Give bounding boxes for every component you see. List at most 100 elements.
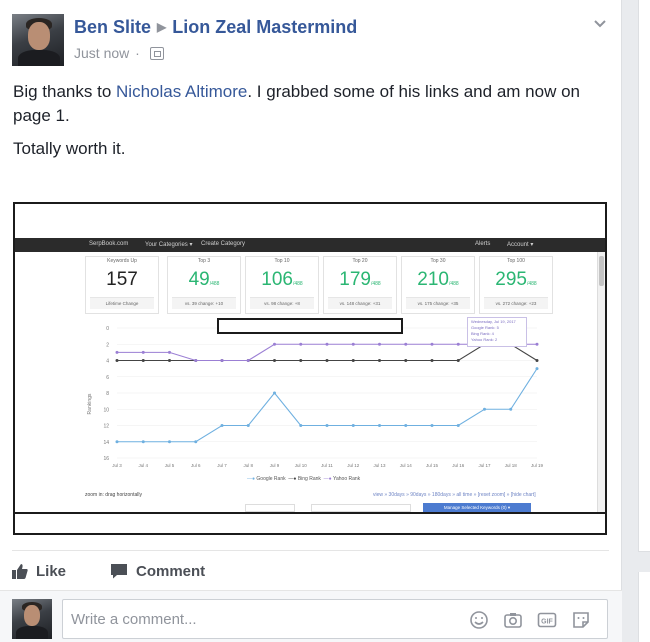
stat-caption: Top 3 bbox=[197, 258, 211, 264]
rankings-chart: 0 2 4 6 8 10 12 14 16 Rankings Jul 3 Jul 4 Jul 5 Jul … bbox=[87, 326, 544, 468]
app-brand: SerpBook.com bbox=[89, 241, 129, 247]
comment-input[interactable]: Write a comment... GIF bbox=[62, 599, 608, 639]
data-point bbox=[299, 359, 303, 362]
stat-box: Top 20 179/488 vs. 148 change: +31 bbox=[323, 256, 397, 314]
group-name[interactable]: Lion Zeal Mastermind bbox=[172, 17, 357, 37]
x-tick-label: Jul 14 bbox=[400, 463, 413, 468]
y-tick-label: 12 bbox=[103, 424, 109, 430]
data-point bbox=[194, 359, 198, 362]
data-point bbox=[115, 440, 119, 444]
x-tick-label: Jul 15 bbox=[426, 463, 439, 468]
author-avatar[interactable] bbox=[12, 14, 64, 66]
chart-tooltip: Wednesday, Jul 19, 2017 Google Rank: 5 B… bbox=[467, 317, 527, 347]
data-point bbox=[456, 342, 460, 346]
like-button[interactable]: Like bbox=[12, 563, 66, 580]
x-tick-label: Jul 11 bbox=[321, 463, 333, 468]
data-point bbox=[246, 359, 250, 362]
y-tick-label: 14 bbox=[103, 440, 109, 446]
action-bar: Like Comment bbox=[12, 550, 609, 592]
data-point bbox=[535, 367, 539, 371]
data-point bbox=[115, 350, 119, 354]
legend-google: Google Rank bbox=[256, 476, 286, 482]
comment-composer: Write a comment... GIF bbox=[0, 590, 622, 642]
adjacent-card bbox=[638, 572, 650, 642]
x-tick-label: Jul 5 bbox=[165, 463, 175, 468]
x-tick-label: Jul 13 bbox=[373, 463, 386, 468]
data-point bbox=[325, 424, 329, 427]
y-tick-label: 4 bbox=[106, 359, 109, 365]
data-point bbox=[246, 424, 250, 427]
tooltip-line: Yahoo Rank: 2 bbox=[471, 337, 498, 342]
data-point bbox=[351, 424, 355, 427]
data-point bbox=[299, 424, 303, 427]
data-point bbox=[115, 359, 119, 362]
app-alerts: Alerts bbox=[475, 241, 491, 247]
stat-box: Keywords Up 157 Lifetime Change bbox=[85, 256, 159, 314]
stat-box: Top 100 295/488 vs. 272 change: +23 bbox=[479, 256, 553, 314]
post-text-part: Totally worth it. bbox=[13, 139, 126, 158]
stat-change: vs. 175 change: +35 bbox=[406, 297, 470, 309]
y-tick-label: 10 bbox=[103, 407, 109, 413]
stat-change: vs. 272 change: +23 bbox=[484, 297, 548, 309]
comment-button[interactable]: Comment bbox=[110, 563, 205, 580]
gif-icon[interactable]: GIF bbox=[537, 610, 557, 630]
like-label: Like bbox=[36, 563, 67, 580]
zoom-hint: zoom in: drag horizontally bbox=[85, 492, 142, 498]
data-point bbox=[430, 359, 434, 362]
sticker-icon[interactable] bbox=[571, 610, 591, 630]
app-scrollbar bbox=[597, 252, 605, 512]
stat-value: 179/488 bbox=[339, 269, 381, 290]
data-point bbox=[141, 359, 145, 362]
data-point bbox=[194, 440, 198, 444]
app-account: Account ▾ bbox=[507, 242, 534, 248]
redacted-box bbox=[217, 318, 403, 334]
y-tick-label: 0 bbox=[106, 326, 109, 332]
data-point bbox=[456, 424, 460, 427]
emoji-icon[interactable] bbox=[469, 610, 489, 630]
data-point bbox=[378, 342, 381, 346]
stat-value: 157 bbox=[106, 269, 138, 290]
data-point bbox=[273, 342, 276, 346]
stat-value: 106/488 bbox=[261, 269, 303, 290]
post-meta: Just now · bbox=[74, 45, 164, 61]
mention-link[interactable]: Nicholas Altimore bbox=[116, 82, 247, 101]
stat-change: vs. 98 change: +8 bbox=[250, 297, 314, 309]
x-tick-label: Jul 10 bbox=[295, 463, 308, 468]
stat-change: vs. 39 change: +10 bbox=[172, 297, 236, 309]
viewer-avatar[interactable] bbox=[12, 599, 52, 639]
comment-placeholder: Write a comment... bbox=[71, 611, 197, 628]
camera-icon[interactable] bbox=[503, 610, 523, 630]
data-point bbox=[404, 424, 408, 427]
data-point bbox=[483, 407, 486, 411]
stat-change: Lifetime Change bbox=[90, 297, 154, 309]
stat-change: vs. 148 change: +31 bbox=[328, 297, 392, 309]
chart-legend: —● Google Rank —● Bing Rank —● Yahoo Ran… bbox=[247, 476, 361, 482]
stat-box: Top 10 106/488 vs. 98 change: +8 bbox=[245, 256, 319, 314]
app-select-placeholder bbox=[311, 504, 411, 512]
comment-label: Comment bbox=[136, 563, 206, 580]
data-point bbox=[273, 391, 276, 395]
app-button-placeholder bbox=[245, 504, 295, 512]
view-links: view » 30days » 90days » 180days » all t… bbox=[373, 492, 536, 498]
stat-value: 210/488 bbox=[417, 269, 459, 290]
data-point bbox=[273, 359, 276, 362]
data-point bbox=[456, 359, 460, 362]
data-point bbox=[404, 342, 408, 346]
chevron-down-icon[interactable] bbox=[593, 16, 607, 32]
post-card: Ben Slite ▶ Lion Zeal Mastermind Just now … bbox=[0, 0, 622, 642]
stat-box: Top 3 49/488 vs. 39 change: +10 bbox=[167, 256, 241, 314]
audience-icon[interactable] bbox=[149, 47, 164, 60]
author-name[interactable]: Ben Slite bbox=[74, 17, 151, 37]
stat-value: 49/488 bbox=[188, 269, 220, 290]
attached-screenshot[interactable]: SerpBook.com Your Categories ▾ Create Ca… bbox=[13, 202, 607, 535]
stat-caption: Top 20 bbox=[352, 258, 368, 264]
post-timestamp[interactable]: Just now bbox=[74, 45, 129, 61]
stat-caption: Top 30 bbox=[430, 258, 446, 264]
y-tick-label: 8 bbox=[106, 391, 109, 397]
data-point bbox=[378, 359, 381, 362]
redacted-area-bottom bbox=[15, 512, 605, 533]
y-axis-label: Rankings bbox=[87, 393, 93, 414]
stat-caption: Top 100 bbox=[507, 258, 525, 264]
y-tick-label: 16 bbox=[103, 456, 109, 462]
x-tick-label: Jul 19 bbox=[531, 463, 544, 468]
